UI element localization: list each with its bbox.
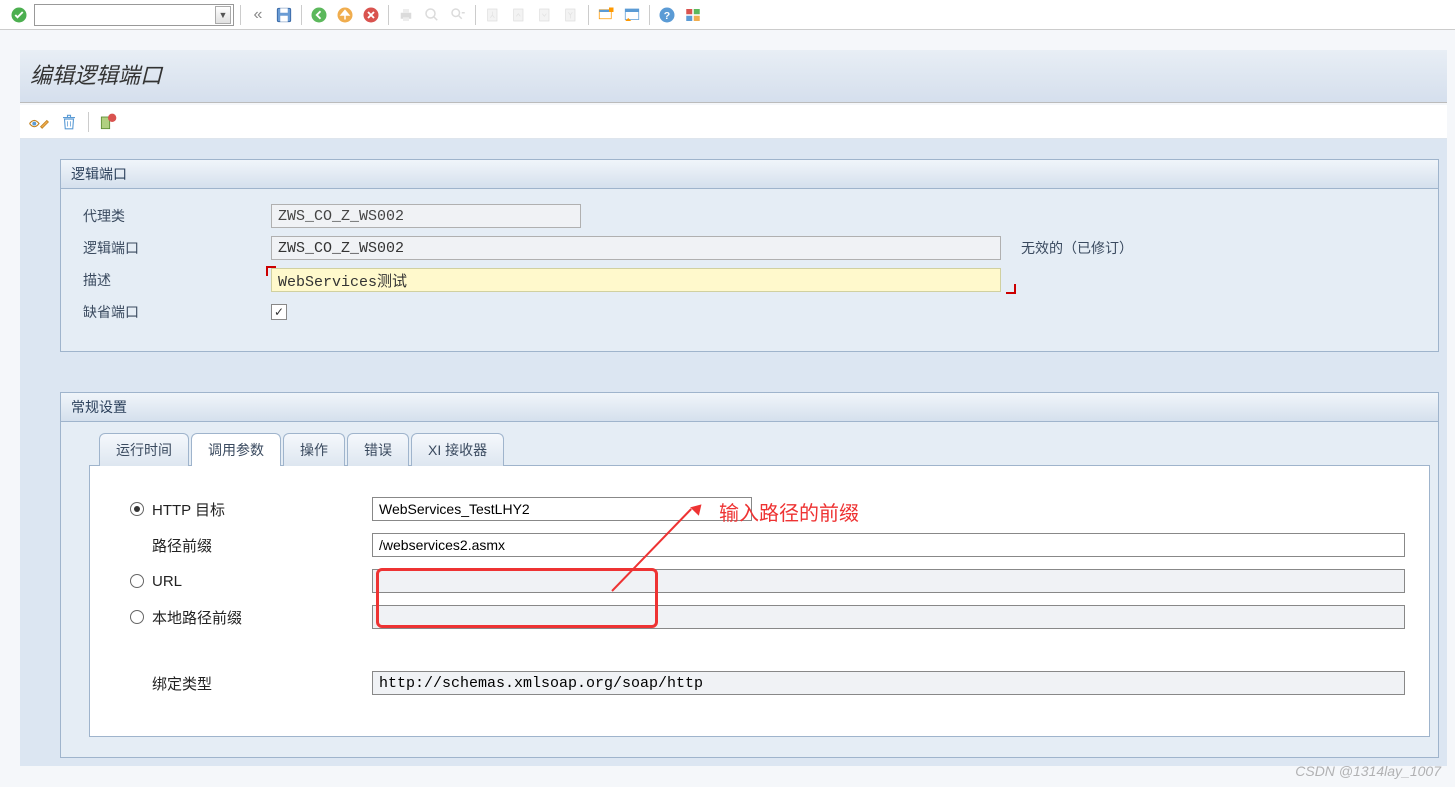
description-label: 描述 [81, 270, 271, 290]
main-toolbar: ▼ « ? [0, 0, 1455, 30]
group-header: 逻辑端口 [61, 160, 1438, 189]
url-label: URL [152, 573, 372, 590]
separator [88, 112, 89, 132]
back-nav-icon[interactable] [308, 4, 330, 26]
display-change-icon[interactable] [26, 109, 52, 135]
page-first-icon [482, 4, 504, 26]
command-field[interactable]: ▼ [34, 4, 234, 26]
tab-call-params[interactable]: 调用参数 [191, 433, 281, 466]
proxy-class-label: 代理类 [81, 206, 271, 226]
focus-bracket-icon [266, 266, 276, 276]
separator [475, 5, 476, 25]
page-last-icon [560, 4, 582, 26]
help-icon[interactable]: ? [656, 4, 678, 26]
svg-text:?: ? [664, 9, 670, 21]
delete-icon[interactable] [56, 109, 82, 135]
logical-port-group: 逻辑端口 代理类 逻辑端口 无效的（已修订） 描述 [60, 159, 1439, 352]
back-icon[interactable]: « [247, 4, 269, 26]
status-text: 无效的（已修订） [1021, 238, 1133, 258]
sub-toolbar [20, 105, 1447, 139]
default-port-checkbox[interactable]: ✓ [271, 304, 287, 320]
page-title: 编辑逻辑端口 [20, 50, 1447, 103]
group-header: 常规设置 [61, 393, 1438, 422]
separator [388, 5, 389, 25]
separator [588, 5, 589, 25]
find-next-icon [447, 4, 469, 26]
local-path-label: 本地路径前缀 [152, 607, 372, 628]
layout-icon[interactable] [621, 4, 643, 26]
save-icon[interactable] [273, 4, 295, 26]
logical-port-label: 逻辑端口 [81, 238, 271, 258]
path-prefix-field[interactable] [372, 533, 1405, 557]
find-icon [421, 4, 443, 26]
focus-bracket-icon [1006, 284, 1016, 294]
print-icon [395, 4, 417, 26]
content-background: 逻辑端口 代理类 逻辑端口 无效的（已修订） 描述 [20, 139, 1447, 766]
page-prev-icon [508, 4, 530, 26]
tab-xi-receiver[interactable]: XI 接收器 [411, 433, 504, 466]
binding-type-field[interactable] [372, 671, 1405, 695]
http-target-label: HTTP 目标 [152, 499, 372, 520]
general-settings-group: 常规设置 运行时间 调用参数 操作 错误 XI 接收器 HTTP 目标 [60, 392, 1439, 758]
separator [649, 5, 650, 25]
page-next-icon [534, 4, 556, 26]
dropdown-icon[interactable]: ▼ [215, 6, 231, 24]
local-path-field[interactable] [372, 605, 1405, 629]
separator [301, 5, 302, 25]
description-field[interactable] [271, 268, 1001, 292]
http-target-radio[interactable] [130, 502, 144, 516]
path-prefix-label: 路径前缀 [152, 535, 372, 556]
cancel-nav-icon[interactable] [360, 4, 382, 26]
palette-icon[interactable] [682, 4, 704, 26]
watermark: CSDN @1314lay_1007 [1295, 763, 1441, 779]
default-port-label: 缺省端口 [81, 302, 271, 322]
url-field[interactable] [372, 569, 1405, 593]
tabstrip: 运行时间 调用参数 操作 错误 XI 接收器 [99, 432, 1430, 465]
proxy-class-field[interactable] [271, 204, 581, 228]
url-radio[interactable] [130, 574, 144, 588]
main-content: 编辑逻辑端口 逻辑端口 代理类 逻辑端口 无效的（已修订） [0, 30, 1455, 774]
tab-operations[interactable]: 操作 [283, 433, 345, 466]
separator [240, 5, 241, 25]
variant-icon[interactable] [95, 109, 121, 135]
local-path-radio[interactable] [130, 610, 144, 624]
annotation-text: 输入路径的前缀 [719, 497, 859, 526]
exit-nav-icon[interactable] [334, 4, 356, 26]
new-session-icon[interactable] [595, 4, 617, 26]
binding-type-label: 绑定类型 [152, 673, 372, 694]
ok-icon[interactable] [8, 4, 30, 26]
tab-errors[interactable]: 错误 [347, 433, 409, 466]
logical-port-field[interactable] [271, 236, 1001, 260]
tab-runtime[interactable]: 运行时间 [99, 433, 189, 466]
